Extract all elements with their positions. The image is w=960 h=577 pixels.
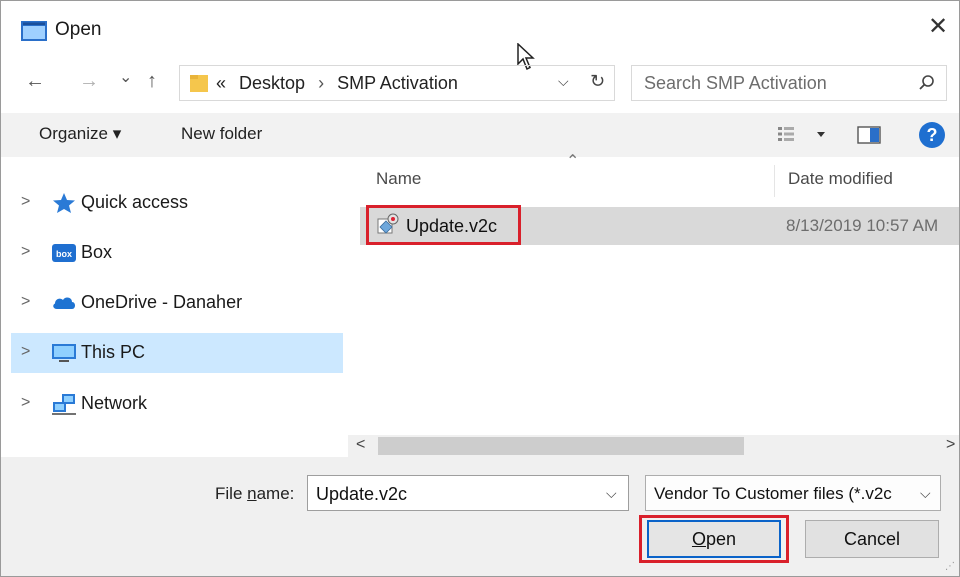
nav-item-label: Box <box>81 242 113 262</box>
navigation-bar: ← → ⌄ ↑ « Desktop › SMP Activation ⌵ ↻ S… <box>1 57 959 109</box>
column-header-date-modified[interactable]: Date modified <box>788 169 893 189</box>
close-button[interactable]: ✕ <box>928 15 948 39</box>
file-name-field[interactable]: Update.v2c ⌵ <box>307 475 629 511</box>
cloud-icon <box>51 291 77 315</box>
chevron-down-icon[interactable]: ⌵ <box>920 485 931 502</box>
highlight-box-file <box>366 205 521 245</box>
change-view-icon[interactable] <box>777 124 829 149</box>
breadcrumb-separator: › <box>318 73 325 93</box>
nav-item-label: OneDrive - Danaher <box>81 292 243 312</box>
expand-chevron-icon[interactable]: > <box>21 343 30 361</box>
up-button[interactable]: ↑ <box>147 70 157 92</box>
nav-item-onedrive[interactable]: > OneDrive - Danaher <box>11 283 343 323</box>
window-icon <box>21 21 47 41</box>
help-icon[interactable]: ? <box>919 122 945 148</box>
expand-chevron-icon[interactable]: > <box>21 293 30 311</box>
file-list: ⌃ Name Date modified Update.v2c 8/13/201… <box>348 153 959 457</box>
column-divider[interactable] <box>774 165 775 197</box>
file-type-value: Vendor To Customer files (*.v2c <box>654 484 892 503</box>
back-button[interactable]: ← <box>25 70 45 92</box>
nav-item-this-pc[interactable]: > This PC <box>11 333 343 373</box>
scroll-left-button[interactable]: < <box>356 436 365 454</box>
resize-grip-icon[interactable]: ⋰ <box>945 561 955 572</box>
breadcrumb-smp-activation[interactable]: SMP Activation <box>337 73 458 93</box>
breadcrumb-overflow[interactable]: « <box>216 73 226 93</box>
window-title: Open <box>55 19 102 40</box>
command-toolbar: Organize ▾ New folder ? <box>1 113 959 157</box>
scrollbar-thumb[interactable] <box>378 437 744 455</box>
chevron-down-icon[interactable]: ⌵ <box>558 73 569 90</box>
search-box[interactable]: Search SMP Activation <box>631 65 947 101</box>
box-icon: box <box>51 241 77 265</box>
file-type-select[interactable]: Vendor To Customer files (*.v2c ⌵ <box>645 475 941 511</box>
breadcrumb: « Desktop › SMP Activation <box>216 73 458 94</box>
new-folder-button[interactable]: New folder <box>181 124 262 144</box>
open-dialog: Open ✕ ← → ⌄ ↑ « Desktop › SMP Activatio… <box>0 0 960 577</box>
network-icon <box>51 392 77 416</box>
expand-chevron-icon[interactable]: > <box>21 394 30 412</box>
nav-item-quick-access[interactable]: > Quick access <box>11 183 343 223</box>
open-button[interactable]: Open <box>647 520 781 558</box>
navigation-pane: > Quick access > box Box > OneDrive - Da… <box>1 157 343 457</box>
scroll-right-button[interactable]: > <box>946 436 955 454</box>
horizontal-scrollbar[interactable]: < > <box>348 435 959 457</box>
forward-button[interactable]: → <box>79 70 99 92</box>
cancel-button[interactable]: Cancel <box>805 520 939 558</box>
search-input[interactable]: Search SMP Activation <box>644 73 827 94</box>
recent-locations-button[interactable]: ⌄ <box>119 67 132 89</box>
address-bar[interactable]: « Desktop › SMP Activation ⌵ ↻ <box>179 65 615 101</box>
title-bar: Open ✕ <box>1 1 959 71</box>
expand-chevron-icon[interactable]: > <box>21 243 30 261</box>
chevron-down-icon[interactable]: ⌵ <box>606 485 617 502</box>
monitor-icon <box>51 341 77 365</box>
search-icon[interactable] <box>918 74 936 97</box>
sort-ascending-icon: ⌃ <box>566 153 580 170</box>
svg-text:box: box <box>56 249 72 259</box>
nav-item-box[interactable]: > box Box <box>11 233 343 273</box>
nav-item-network[interactable]: > Network <box>11 384 343 424</box>
breadcrumb-desktop[interactable]: Desktop <box>239 73 305 93</box>
dialog-footer: File name: Update.v2c ⌵ Vendor To Custom… <box>1 457 959 576</box>
nav-item-label: Quick access <box>81 192 189 212</box>
file-date-modified: 8/13/2019 10:57 AM <box>786 216 939 235</box>
organize-button[interactable]: Organize ▾ <box>39 124 121 144</box>
column-header-name[interactable]: Name <box>376 169 421 189</box>
refresh-icon[interactable]: ↻ <box>590 71 605 92</box>
nav-item-label: This PC <box>81 342 146 362</box>
nav-item-label: Network <box>81 393 148 413</box>
preview-pane-icon[interactable] <box>857 126 881 149</box>
expand-chevron-icon[interactable]: > <box>21 193 30 211</box>
file-name-label: File name: <box>215 484 295 503</box>
file-name-value[interactable]: Update.v2c <box>316 484 407 505</box>
folder-icon <box>188 72 210 94</box>
star-icon <box>51 191 77 215</box>
